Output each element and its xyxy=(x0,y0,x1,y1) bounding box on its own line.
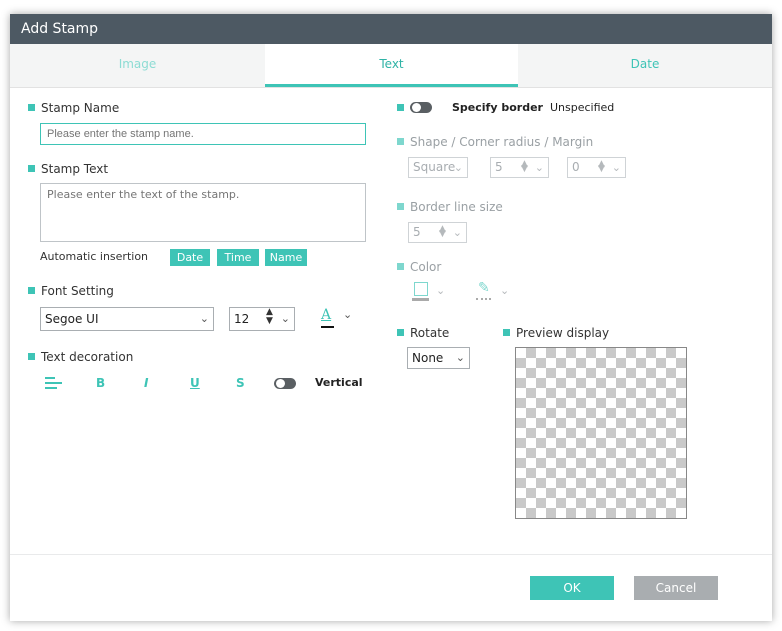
automatic-insertion-label: Automatic insertion xyxy=(40,250,149,263)
margin-stepper[interactable]: 0 ▲ ▼ ⌄ xyxy=(567,157,626,178)
chevron-down-icon: ⌄ xyxy=(500,284,510,297)
fill-color-button[interactable]: ⌄ xyxy=(412,282,452,304)
bullet-square xyxy=(28,165,35,172)
shape-label: Shape / Corner radius / Margin xyxy=(397,135,593,149)
ok-button[interactable]: OK xyxy=(530,576,614,600)
insert-date-button[interactable]: Date xyxy=(170,249,210,266)
line-color-swatch xyxy=(476,298,491,300)
border-line-size-label: Border line size xyxy=(397,200,503,214)
bold-button[interactable]: B xyxy=(96,376,105,390)
cancel-button[interactable]: Cancel xyxy=(634,576,718,600)
margin-value: 0 xyxy=(572,160,580,174)
rotate-select[interactable]: None ⌄ xyxy=(407,347,470,369)
specify-border-toggle[interactable] xyxy=(410,102,432,113)
bullet-square xyxy=(28,104,35,111)
stamp-preview-canvas xyxy=(515,347,687,519)
border-line-size-value: 5 xyxy=(413,225,421,239)
tab-bar: Image Text Date xyxy=(10,44,772,88)
stamp-name-input[interactable] xyxy=(40,123,366,145)
corner-radius-value: 5 xyxy=(495,160,503,174)
spinner-icon: ▲ ▼ xyxy=(598,159,605,174)
dialog-titlebar: Add Stamp xyxy=(10,14,772,44)
rotate-value: None xyxy=(412,351,444,365)
tab-text[interactable]: Text xyxy=(265,44,518,87)
insert-name-button[interactable]: Name xyxy=(265,249,307,266)
chevron-down-icon: ⌄ xyxy=(455,351,465,364)
text-decoration-label: Text decoration xyxy=(28,350,133,364)
font-size-value: 12 xyxy=(234,312,250,326)
specify-border-label: Specify border xyxy=(452,101,543,114)
chevron-down-icon: ⌄ xyxy=(452,226,462,239)
color-label: Color xyxy=(397,260,441,274)
insert-time-button[interactable]: Time xyxy=(217,249,259,266)
footer-divider xyxy=(10,554,772,555)
stamp-text-input[interactable] xyxy=(40,183,366,242)
font-family-select[interactable]: Segoe UI ⌄ xyxy=(40,307,214,331)
font-size-stepper[interactable]: 12 ▲ ▼ ⌄ xyxy=(229,307,295,331)
tab-date[interactable]: Date xyxy=(518,44,772,87)
italic-button[interactable]: I xyxy=(144,376,148,390)
chevron-down-icon: ⌄ xyxy=(611,161,621,174)
bullet-square xyxy=(28,287,35,294)
rotate-label: Rotate xyxy=(397,326,449,340)
font-setting-label: Font Setting xyxy=(28,284,114,298)
bullet-square xyxy=(397,104,404,111)
border-line-size-stepper[interactable]: 5 ▲ ▼ ⌄ xyxy=(408,222,467,243)
chevron-down-icon: ⌄ xyxy=(343,308,353,321)
line-color-icon: ✎ xyxy=(478,280,490,296)
spinner-icon[interactable]: ▲ ▼ xyxy=(266,308,273,326)
font-color-icon: A xyxy=(321,307,332,323)
bullet-square xyxy=(397,203,404,210)
spinner-icon: ▲ ▼ xyxy=(521,159,528,174)
shape-select[interactable]: Square ⌄ xyxy=(408,157,468,178)
tab-text-label: Text xyxy=(379,57,404,71)
preview-label: Preview display xyxy=(503,326,609,340)
toggle-knob xyxy=(276,379,285,388)
vertical-toggle[interactable] xyxy=(274,378,296,389)
font-color-button[interactable]: A ⌄ xyxy=(321,307,357,329)
corner-radius-stepper[interactable]: 5 ▲ ▼ ⌄ xyxy=(490,157,549,178)
dialog-title: Add Stamp xyxy=(21,21,99,37)
chevron-down-icon: ⌄ xyxy=(436,284,446,297)
fill-color-swatch xyxy=(412,298,429,301)
chevron-down-icon: ⌄ xyxy=(534,161,544,174)
add-stamp-dialog: Add Stamp Image Text Date Stamp Name Sta… xyxy=(10,14,772,621)
bullet-square xyxy=(28,353,35,360)
tab-active-indicator xyxy=(265,84,518,87)
spinner-icon: ▲ ▼ xyxy=(439,224,446,239)
fill-color-icon xyxy=(414,282,428,296)
toggle-knob xyxy=(412,103,421,112)
align-left-icon[interactable] xyxy=(45,377,63,391)
strikethrough-button[interactable]: S xyxy=(236,376,245,390)
bullet-square xyxy=(503,329,510,336)
tab-image[interactable]: Image xyxy=(10,44,265,87)
vertical-label: Vertical xyxy=(315,376,363,389)
font-color-swatch xyxy=(321,326,334,328)
stamp-name-label: Stamp Name xyxy=(28,101,119,115)
border-status-value: Unspecified xyxy=(550,101,615,114)
bullet-square xyxy=(397,138,404,145)
shape-value: Square xyxy=(413,160,456,174)
chevron-down-icon: ⌄ xyxy=(199,312,209,325)
stamp-text-label: Stamp Text xyxy=(28,162,108,176)
bullet-square xyxy=(397,329,404,336)
font-family-value: Segoe UI xyxy=(45,312,99,326)
chevron-down-icon: ⌄ xyxy=(453,161,463,174)
border-row xyxy=(397,101,410,115)
underline-button[interactable]: U xyxy=(190,376,200,390)
bullet-square xyxy=(397,263,404,270)
line-color-button[interactable]: ✎ ⌄ xyxy=(476,280,516,304)
chevron-down-icon: ⌄ xyxy=(280,312,290,325)
